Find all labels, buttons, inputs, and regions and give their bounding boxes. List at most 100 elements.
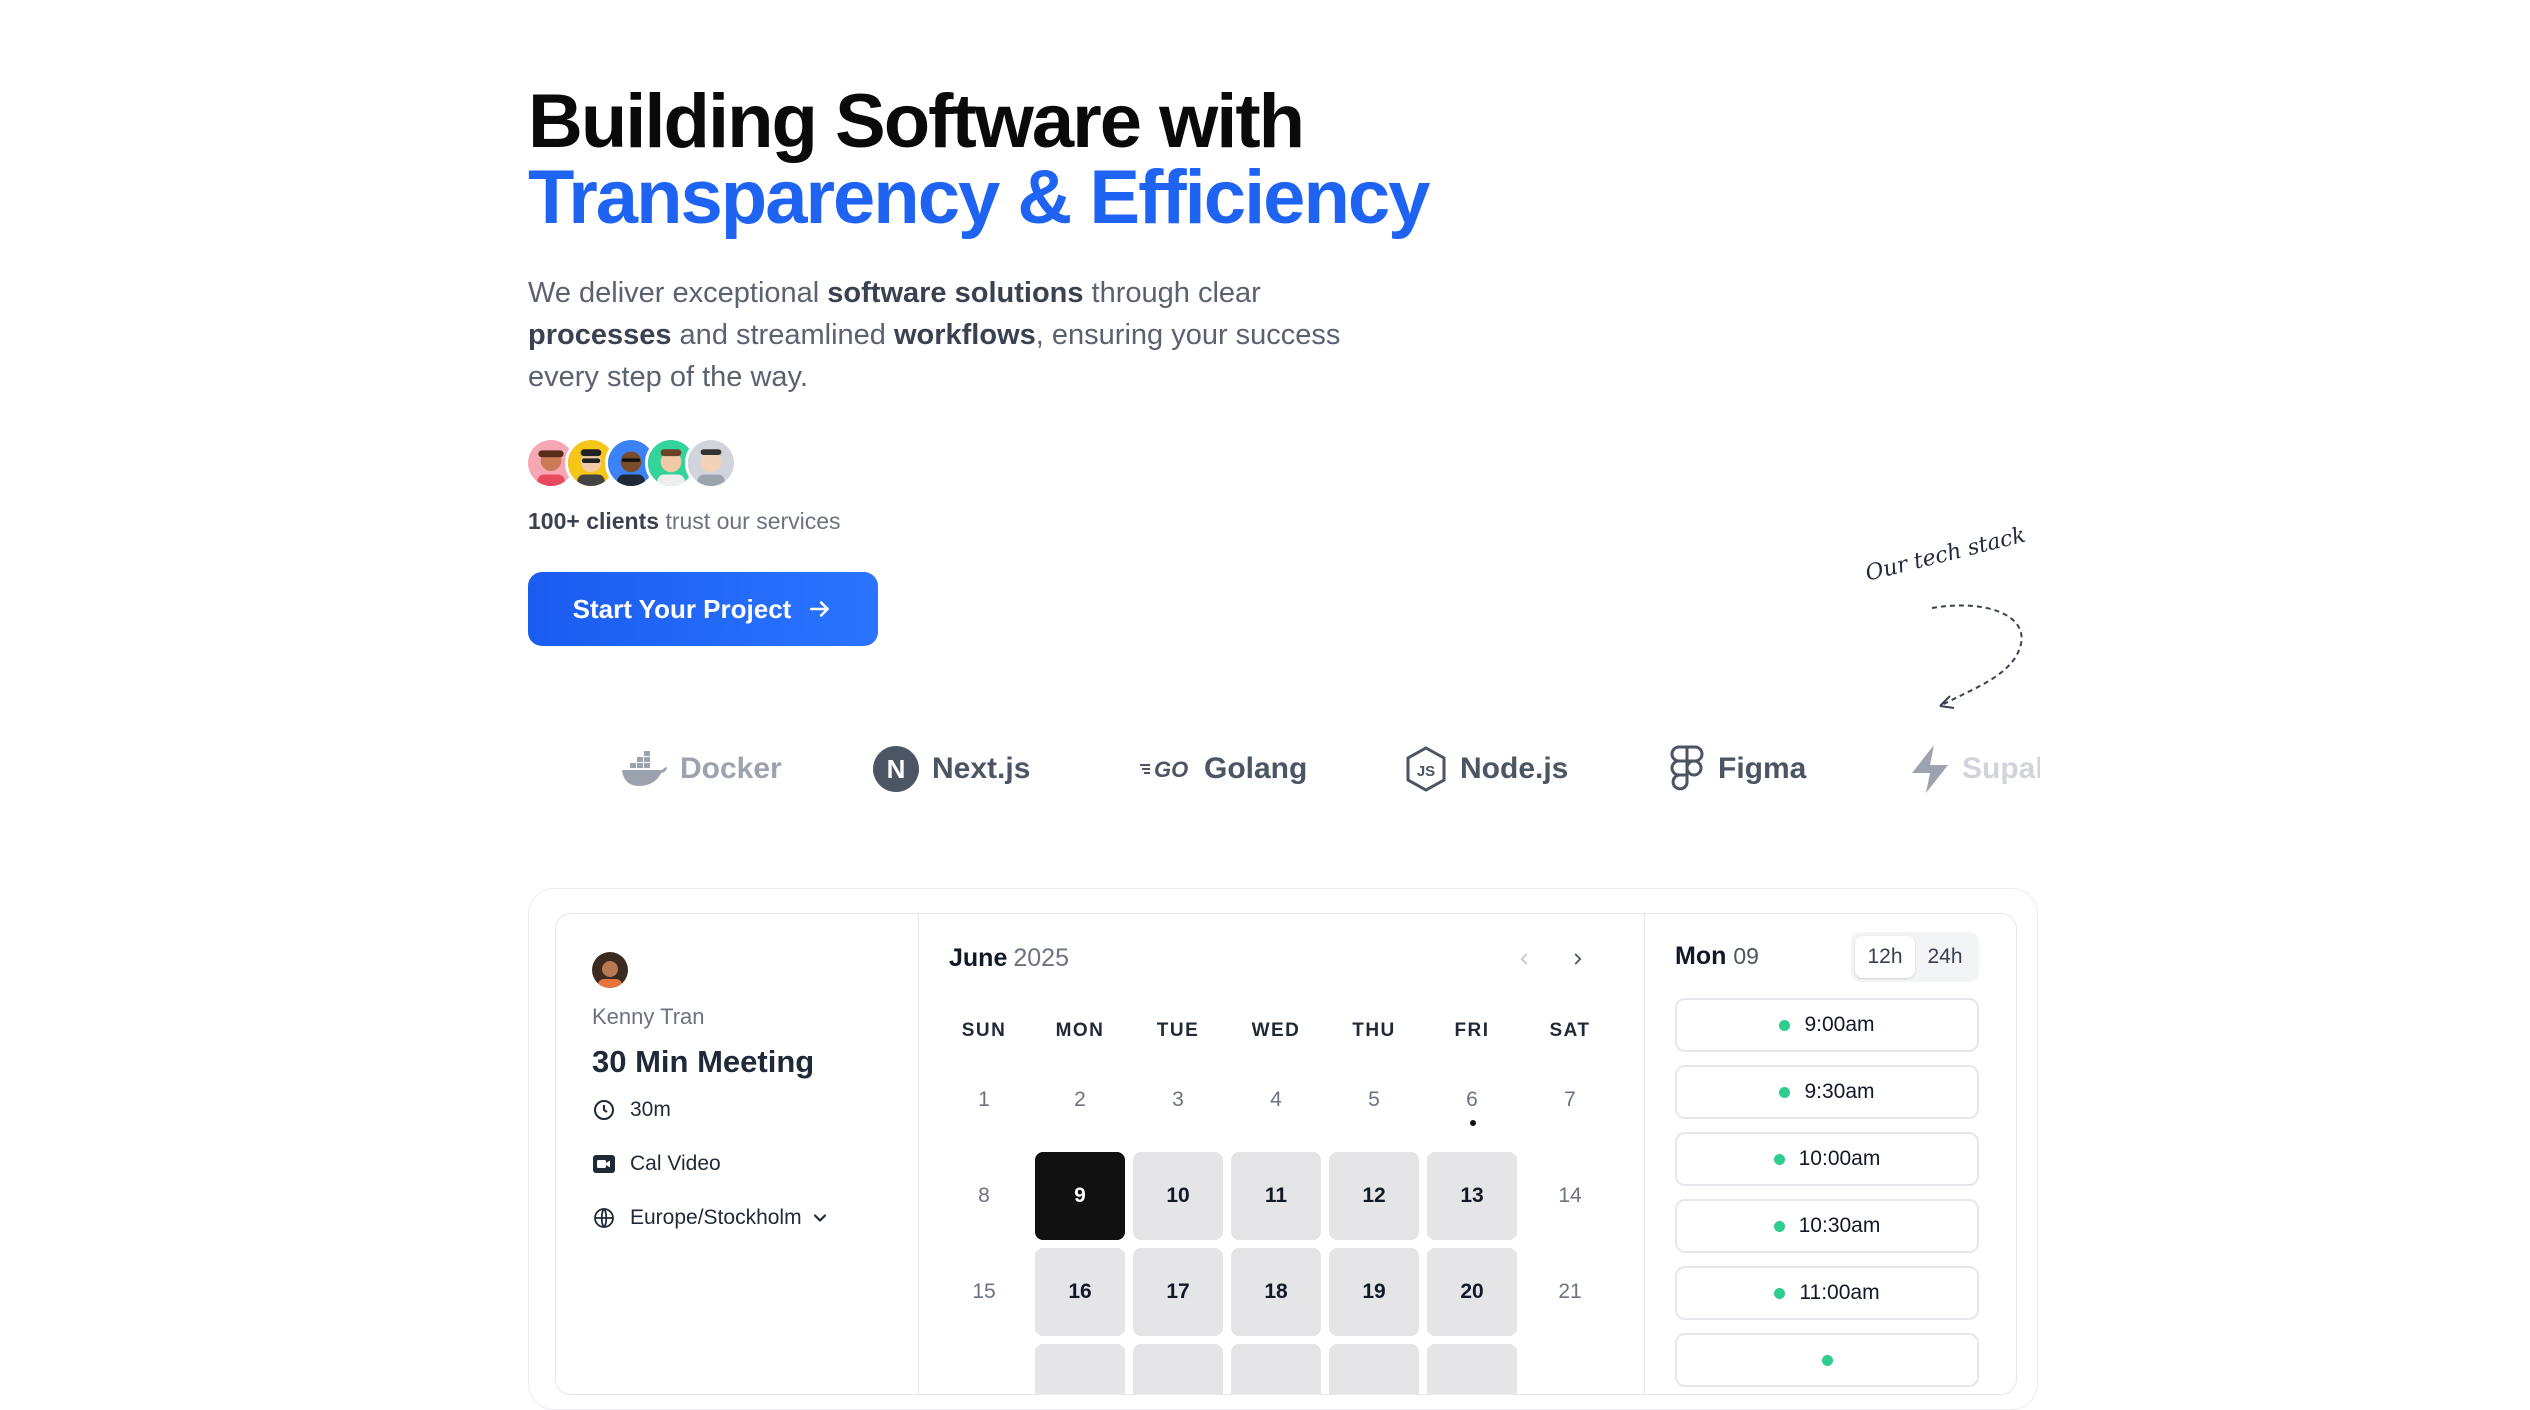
duration-row: 30m xyxy=(592,1098,671,1122)
today-number: 6 xyxy=(1466,1088,1478,1111)
duration-text: 30m xyxy=(630,1098,671,1121)
golang-icon: GO xyxy=(1140,757,1188,782)
lead-text-3: and streamlined xyxy=(671,319,894,351)
logo-nodejs-label: Node.js xyxy=(1460,752,1569,785)
calendar-day-selected[interactable]: 9 xyxy=(1035,1152,1125,1240)
time-slot-label: 11:00am xyxy=(1799,1281,1880,1304)
calendar-day-available[interactable]: 10 xyxy=(1133,1152,1223,1240)
hero-description: We deliver exceptional software solution… xyxy=(528,272,1348,398)
time-slots-panel: Mon 09 12h 24h 9:00am 9:30am 10:00am 10:… xyxy=(1645,914,2016,1394)
logo-docker: Docker xyxy=(620,735,782,803)
time-slot-button[interactable]: 9:00am xyxy=(1675,998,1979,1052)
clients-count: 100+ clients xyxy=(528,508,660,534)
calendar-day-available[interactable]: 16 xyxy=(1035,1248,1125,1336)
time-slot-button[interactable]: 11:00am xyxy=(1675,1266,1979,1320)
booking-widget: Kenny Tran 30 Min Meeting 30m Cal Video … xyxy=(555,913,2017,1395)
month-year: 2025 xyxy=(1013,944,1069,972)
available-dot xyxy=(1774,1287,1786,1299)
timezone-text: Europe/Stockholm xyxy=(630,1206,802,1229)
calendar-day: 21 xyxy=(1558,1280,1582,1303)
tech-logo-strip: Docker N Next.js GO Golang JS Node.js Fi… xyxy=(620,735,2040,803)
tech-stack-note: Our tech stack xyxy=(1862,522,2029,587)
time-format-toggle: 12h 24h xyxy=(1851,932,1979,982)
calendar-day: 5 xyxy=(1368,1088,1380,1111)
time-slot-label: 9:30am xyxy=(1804,1080,1875,1103)
lead-bold-3: workflows xyxy=(893,319,1036,351)
today-dot xyxy=(1470,1120,1476,1126)
calendar-day-available[interactable]: 19 xyxy=(1329,1248,1419,1336)
calendar-day-available[interactable]: 12 xyxy=(1329,1152,1419,1240)
calendar-day-available[interactable]: 20 xyxy=(1427,1248,1517,1336)
calendar-day-available[interactable]: 17 xyxy=(1133,1248,1223,1336)
prev-month-button[interactable] xyxy=(1509,944,1539,974)
calendar-day: 15 xyxy=(972,1280,996,1303)
weekday-mon: MON xyxy=(1055,1020,1105,1041)
svg-text:JS: JS xyxy=(1417,763,1435,780)
hero-title-line1: Building Software with xyxy=(528,79,1305,164)
calendar-day: 8 xyxy=(978,1184,990,1207)
time-slot-label: 10:30am xyxy=(1798,1214,1881,1237)
chevron-right-icon xyxy=(1574,953,1582,965)
calendar-panel: June 2025 SUN MON TUE WED THU FRI SAT 1 2… xyxy=(919,914,1645,1394)
next-month-button[interactable] xyxy=(1563,944,1593,974)
lead-text-1: We deliver exceptional xyxy=(528,277,828,309)
calendar-day-available[interactable] xyxy=(1231,1344,1321,1394)
clock-icon xyxy=(594,1100,614,1120)
figma-icon xyxy=(1670,745,1704,791)
time-slot-button[interactable]: 9:30am xyxy=(1675,1065,1979,1119)
time-slot-button[interactable]: 10:30am xyxy=(1675,1199,1979,1253)
logo-figma-label: Figma xyxy=(1718,752,1807,785)
month-label: June 2025 xyxy=(949,944,1069,973)
timezone-select[interactable]: Europe/Stockholm xyxy=(592,1206,830,1230)
event-title: 30 Min Meeting xyxy=(592,1044,815,1079)
calendar-day-available[interactable] xyxy=(1329,1344,1419,1394)
available-dot xyxy=(1773,1220,1785,1232)
client-avatars xyxy=(525,437,737,489)
calendar-day: 4 xyxy=(1270,1088,1282,1111)
time-slot-button[interactable]: 10:00am xyxy=(1675,1132,1979,1186)
time-slot-label: 10:00am xyxy=(1798,1147,1881,1170)
event-details-panel: Kenny Tran 30 Min Meeting 30m Cal Video … xyxy=(556,914,919,1394)
start-project-button[interactable]: Start Your Project xyxy=(528,572,878,646)
calendar-day: 14 xyxy=(1558,1184,1582,1207)
video-camera-icon xyxy=(593,1155,615,1173)
calendar-day: 3 xyxy=(1172,1088,1184,1111)
format-12h-option[interactable]: 12h xyxy=(1855,936,1915,978)
location-row: Cal Video xyxy=(592,1152,721,1176)
clients-caption: 100+ clients trust our services xyxy=(528,508,841,535)
curved-arrow-icon xyxy=(1931,604,2023,709)
hero-title-line2: Transparency & Efficiency xyxy=(528,155,1430,240)
month-name: June xyxy=(949,944,1008,972)
calendar-day-available[interactable]: 18 xyxy=(1231,1248,1321,1336)
selected-day-number: 09 xyxy=(1733,943,1759,969)
avatar xyxy=(685,437,737,489)
clients-text: trust our services xyxy=(659,508,841,534)
calendar-day-available[interactable] xyxy=(1427,1344,1517,1394)
arrow-right-icon xyxy=(810,601,830,617)
available-dot xyxy=(1779,1086,1791,1098)
lead-bold-2: processes xyxy=(528,319,672,351)
docker-icon xyxy=(622,751,667,786)
chevron-down-icon xyxy=(813,1214,826,1222)
calendar-day: 1 xyxy=(978,1088,990,1111)
logo-nextjs-label: Next.js xyxy=(932,752,1031,785)
svg-text:N: N xyxy=(887,754,906,784)
logo-golang: GO Golang xyxy=(1140,735,1307,803)
logo-nextjs: N Next.js xyxy=(872,735,1030,803)
available-dot xyxy=(1773,1153,1785,1165)
calendar-day-available[interactable]: 11 xyxy=(1231,1152,1321,1240)
calendar-day-available[interactable]: 13 xyxy=(1427,1152,1517,1240)
location-text: Cal Video xyxy=(630,1152,721,1175)
calendar-day-available[interactable] xyxy=(1133,1344,1223,1394)
weekday-thu: THU xyxy=(1352,1020,1396,1041)
weekday-tue: TUE xyxy=(1156,1020,1200,1041)
lead-text-2: through clear xyxy=(1083,277,1261,309)
calendar-day-available[interactable] xyxy=(1035,1344,1125,1394)
format-24h-option[interactable]: 24h xyxy=(1915,936,1975,978)
logo-docker-label: Docker xyxy=(680,752,782,785)
time-slot-button[interactable] xyxy=(1675,1333,1979,1387)
nextjs-icon: N xyxy=(873,746,919,792)
host-avatar xyxy=(592,952,628,988)
time-slot-label: 9:00am xyxy=(1804,1013,1875,1036)
calendar-day: 7 xyxy=(1564,1088,1576,1111)
